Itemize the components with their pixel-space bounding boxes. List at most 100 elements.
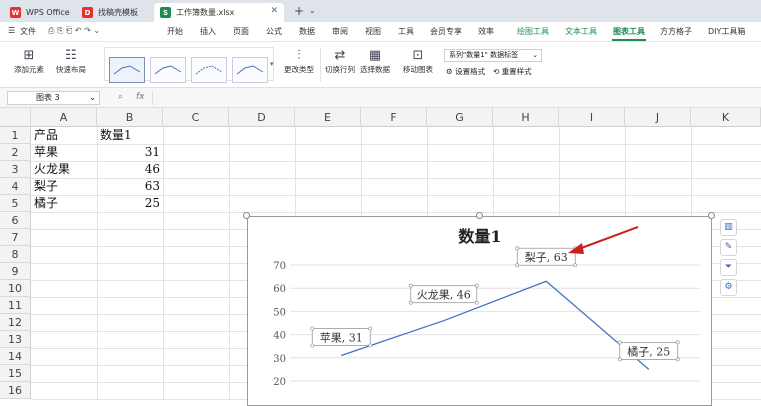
menu-text-tools[interactable]: 文本工具: [565, 26, 597, 37]
menu-file[interactable]: 文件: [20, 26, 36, 37]
chart-settings-icon[interactable]: ⚙: [720, 279, 737, 296]
add-element-button[interactable]: ⊞ 添加元素: [14, 47, 44, 75]
cell-a5[interactable]: 橘子: [34, 195, 58, 212]
formula-bar: 图表 3 ⌄ ⌕ fx: [0, 88, 761, 108]
reset-style-button[interactable]: ⟲ 重置样式: [493, 66, 532, 77]
select-all-corner[interactable]: [0, 108, 31, 127]
chart-filter-icon[interactable]: ⏷: [720, 259, 737, 276]
row-header[interactable]: 2: [0, 144, 31, 161]
menu-view[interactable]: 视图: [365, 26, 381, 37]
cell-b2[interactable]: 31: [97, 144, 160, 161]
label-handle: [515, 263, 520, 268]
column-header[interactable]: E: [295, 108, 361, 127]
cell-b5[interactable]: 25: [97, 195, 160, 212]
table-icon: ▦: [368, 48, 382, 63]
row-header[interactable]: 7: [0, 229, 31, 246]
zoom-icon[interactable]: ⌕: [118, 92, 123, 102]
cell-b4[interactable]: 63: [97, 178, 160, 195]
tab-wps-office[interactable]: W WPS Office: [4, 3, 72, 22]
fx-icon[interactable]: fx: [136, 92, 145, 102]
format-icon: ⚙: [446, 67, 453, 76]
row-header[interactable]: 1: [0, 127, 31, 144]
resize-handle[interactable]: [476, 212, 483, 219]
menu-home[interactable]: 开始: [167, 26, 183, 37]
menu-bar: ☰ 文件 ⎙ ⎘ ⎗ ↶ ↷ ⌄ 开始 插入 页面 公式 数据 审阅 视图 工具…: [0, 22, 761, 42]
chart-title[interactable]: 数量1: [458, 227, 501, 246]
gallery-more-icon[interactable]: ▾: [270, 60, 274, 68]
row-header[interactable]: 4: [0, 178, 31, 195]
row-header[interactable]: 13: [0, 331, 31, 348]
column-header[interactable]: H: [493, 108, 559, 127]
resize-handle[interactable]: [243, 212, 250, 219]
tab-workbook[interactable]: S 工作簿数量.xlsx ✕: [154, 3, 284, 22]
cell-a1[interactable]: 产品: [34, 127, 58, 144]
label-handle: [675, 340, 680, 345]
tab-template[interactable]: D 找稿壳模板: [76, 3, 150, 22]
row-header[interactable]: 9: [0, 263, 31, 280]
cell-a2[interactable]: 苹果: [34, 144, 58, 161]
menu-insert[interactable]: 插入: [200, 26, 216, 37]
menu-efficiency[interactable]: 效率: [478, 26, 494, 37]
chart-type-icon: ⫶: [297, 48, 301, 63]
chart-style-pen-icon[interactable]: ✎: [720, 239, 737, 256]
change-type-button[interactable]: ⫶ 更改类型: [284, 47, 314, 75]
chart-style-2[interactable]: [150, 57, 186, 83]
row-header[interactable]: 10: [0, 280, 31, 297]
reset-icon: ⟲: [493, 67, 500, 76]
quick-layout-button[interactable]: ☷ 快速布局: [56, 47, 86, 75]
column-header[interactable]: F: [361, 108, 427, 127]
arrow-shaft: [575, 226, 639, 251]
series-select-dropdown[interactable]: 系列"数量1" 数据标签 ⌄: [444, 49, 542, 62]
cell-b3[interactable]: 46: [97, 161, 160, 178]
chart-style-4[interactable]: [232, 57, 268, 83]
row-header[interactable]: 16: [0, 382, 31, 399]
column-header[interactable]: B: [97, 108, 163, 127]
menu-tools[interactable]: 工具: [398, 26, 414, 37]
column-header[interactable]: D: [229, 108, 295, 127]
row-header[interactable]: 6: [0, 212, 31, 229]
column-header[interactable]: A: [31, 108, 97, 127]
row-header[interactable]: 5: [0, 195, 31, 212]
row-header[interactable]: 3: [0, 161, 31, 178]
menu-page[interactable]: 页面: [233, 26, 249, 37]
menu-member[interactable]: 会员专享: [430, 26, 462, 37]
quick-access-icons[interactable]: ⎙ ⎘ ⎗ ↶ ↷ ⌄: [48, 26, 100, 36]
column-header[interactable]: K: [691, 108, 761, 127]
hamburger-icon[interactable]: ☰: [8, 26, 15, 35]
chart-style-3[interactable]: [191, 57, 227, 83]
menu-formula[interactable]: 公式: [266, 26, 282, 37]
row-header[interactable]: 8: [0, 246, 31, 263]
column-header[interactable]: G: [427, 108, 493, 127]
cell-b1[interactable]: 数量1: [100, 127, 132, 144]
resize-handle[interactable]: [708, 212, 715, 219]
chart-elements-icon[interactable]: ▥: [720, 219, 737, 236]
column-header[interactable]: J: [625, 108, 691, 127]
row-header[interactable]: 12: [0, 314, 31, 331]
chart-style-1[interactable]: [109, 57, 145, 83]
set-format-button[interactable]: ⚙ 设置格式: [446, 66, 485, 77]
name-box[interactable]: 图表 3 ⌄: [7, 91, 100, 105]
line-style-icon: [113, 65, 141, 75]
data-label: 苹果, 31: [320, 330, 363, 344]
chevron-down-icon[interactable]: ⌄: [309, 6, 316, 15]
move-chart-button[interactable]: ⊡ 移动图表: [403, 47, 433, 75]
switch-rowcol-button[interactable]: ⇄ 切换行列: [325, 47, 355, 75]
row-header[interactable]: 11: [0, 297, 31, 314]
name-box-value: 图表 3: [36, 93, 60, 102]
column-header[interactable]: C: [163, 108, 229, 127]
cell-a4[interactable]: 梨子: [34, 178, 58, 195]
menu-drawing-tools[interactable]: 绘图工具: [517, 26, 549, 37]
row-header[interactable]: 14: [0, 348, 31, 365]
menu-chart-tools[interactable]: 图表工具: [613, 26, 645, 37]
row-header[interactable]: 15: [0, 365, 31, 382]
column-header[interactable]: I: [559, 108, 625, 127]
select-data-button[interactable]: ▦ 选择数据: [360, 47, 390, 75]
label-handle: [515, 246, 520, 251]
menu-fangfang[interactable]: 方方格子: [660, 26, 692, 37]
menu-review[interactable]: 审阅: [332, 26, 348, 37]
menu-data[interactable]: 数据: [299, 26, 315, 37]
menu-diy[interactable]: DIY工具箱: [708, 26, 745, 37]
new-tab-icon[interactable]: +: [294, 4, 304, 18]
cell-a3[interactable]: 火龙果: [34, 161, 70, 178]
close-tab-icon[interactable]: ✕: [270, 6, 278, 16]
